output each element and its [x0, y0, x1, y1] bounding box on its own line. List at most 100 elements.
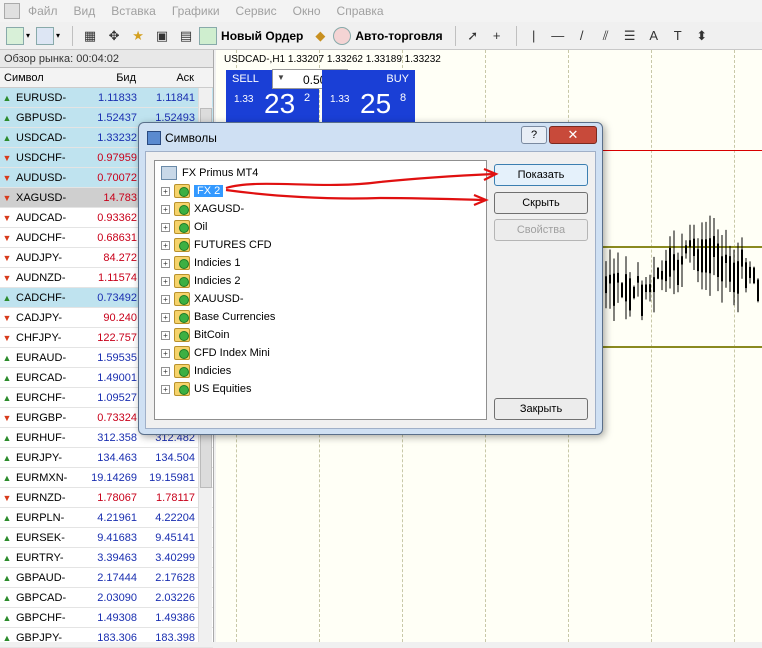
fibonacci-icon[interactable]: ☰ [619, 25, 641, 47]
header-ask[interactable]: Аск [140, 68, 198, 87]
row-bid: 1.11833 [98, 91, 137, 104]
arrow-up-icon: ▲ [2, 632, 12, 643]
row-ask: 2.17628 [155, 571, 195, 584]
text-label-icon[interactable]: T [667, 25, 689, 47]
menu-insert[interactable]: Вставка [111, 4, 156, 18]
text-icon[interactable]: A [643, 25, 665, 47]
market-watch-row[interactable]: ▼ EURNZD- 1.78067 1.78117 [0, 488, 213, 508]
tree-group[interactable]: + CFD Index Mini [161, 346, 270, 360]
tree-group[interactable]: + FX 2 [161, 184, 224, 198]
market-watch-row[interactable]: ▲ GBPAUD- 2.17444 2.17628 [0, 568, 213, 588]
expand-icon[interactable]: + [161, 348, 170, 358]
data-window-icon[interactable]: ✥ [103, 25, 125, 47]
expand-icon[interactable]: + [161, 222, 170, 232]
row-bid: 2.03090 [97, 591, 137, 604]
tester-icon[interactable]: ▤ [175, 25, 197, 47]
help-button[interactable]: ? [521, 126, 547, 144]
row-bid: 0.97959 [97, 151, 137, 164]
new-chart-button[interactable]: ▾ [6, 25, 30, 47]
arrow-up-icon: ▲ [2, 472, 12, 483]
terminal-icon[interactable]: ▣ [151, 25, 173, 47]
close-button[interactable]: Закрыть [494, 398, 588, 420]
arrow-up-icon: ▲ [2, 512, 12, 523]
tree-group[interactable]: + FUTURES CFD [161, 238, 272, 252]
buy-panel[interactable]: BUY 1.33 25 8 [322, 70, 415, 122]
dollar-badge-icon [179, 223, 189, 233]
expand-icon[interactable]: + [161, 312, 170, 322]
market-watch-row[interactable]: ▲ EURMXN- 19.14269 19.15981 [0, 468, 213, 488]
expand-icon[interactable]: + [161, 204, 170, 214]
new-order-icon [199, 26, 218, 45]
candle-body [609, 274, 611, 284]
row-symbol: EURMXN- [16, 471, 68, 484]
lot-down-arrow[interactable]: ▼ [275, 73, 287, 85]
candle-body [729, 256, 731, 282]
tree-group[interactable]: + Indicies [161, 364, 231, 378]
vertical-line-icon[interactable]: | [523, 25, 545, 47]
trendline-icon[interactable]: / [571, 25, 593, 47]
market-watch-row[interactable]: ▲ EURJPY- 134.463 134.504 [0, 448, 213, 468]
menu-tools[interactable]: Сервис [236, 4, 277, 18]
expand-icon[interactable]: + [161, 258, 170, 268]
expand-icon[interactable]: + [161, 186, 170, 196]
auto-trading-icon [333, 26, 352, 45]
row-ask: 2.03226 [155, 591, 195, 604]
horizontal-line-icon[interactable]: — [547, 25, 569, 47]
expand-icon[interactable]: + [161, 240, 170, 250]
expand-icon[interactable]: + [161, 294, 170, 304]
tree-root[interactable]: FX Primus MT4 [161, 166, 258, 180]
market-watch-row[interactable]: ▲ GBPJPY- 183.306 183.398 [0, 628, 213, 648]
market-watch-row[interactable]: ▲ EURTRY- 3.39463 3.40299 [0, 548, 213, 568]
row-symbol: AUDCHF- [16, 231, 66, 244]
show-button[interactable]: Показать [494, 164, 588, 186]
tree-group[interactable]: + XAGUSD- [161, 202, 244, 216]
tree-group[interactable]: + XAUUSD- [161, 292, 244, 306]
menu-view[interactable]: Вид [74, 4, 96, 18]
header-symbol[interactable]: Символ [0, 68, 80, 87]
market-watch-row[interactable]: ▲ GBPCHF- 1.49308 1.49386 [0, 608, 213, 628]
equidistant-channel-icon[interactable]: ⫽ [595, 25, 617, 47]
arrows-icon[interactable]: ⬍ [691, 25, 713, 47]
candle-body [733, 262, 735, 293]
tree-group[interactable]: + Indicies 1 [161, 256, 240, 270]
folder-icon [174, 256, 190, 270]
profiles-button[interactable]: ▾ [36, 25, 60, 47]
market-watch-icon[interactable]: ▦ [79, 25, 101, 47]
expand-icon[interactable]: + [161, 384, 170, 394]
crosshair-icon[interactable]: + [486, 25, 508, 47]
close-icon[interactable]: ✕ [549, 126, 597, 144]
tree-group[interactable]: + Oil [161, 220, 207, 234]
new-order-button[interactable]: Новый Ордер [199, 25, 303, 47]
candle-body [669, 248, 671, 277]
tree-group[interactable]: + Indicies 2 [161, 274, 240, 288]
arrow-up-icon: ▲ [2, 92, 12, 103]
tree-group[interactable]: + BitCoin [161, 328, 229, 342]
menu-file[interactable]: Файл [28, 4, 58, 18]
auto-trading-button[interactable]: Авто-торговля [333, 25, 443, 47]
header-bid[interactable]: Бид [80, 68, 140, 87]
market-watch-row[interactable]: ▲ EURSEK- 9.41683 9.45141 [0, 528, 213, 548]
tree-group[interactable]: + US Equities [161, 382, 251, 396]
market-watch-row[interactable]: ▲ EURPLN- 4.21961 4.22204 [0, 508, 213, 528]
menu-charts[interactable]: Графики [172, 4, 220, 18]
toolbar-separator [72, 25, 74, 46]
row-symbol: AUDNZD- [16, 271, 66, 284]
properties-button: Свойства [494, 219, 588, 241]
candle-body [697, 249, 699, 272]
menu-help[interactable]: Справка [337, 4, 384, 18]
expand-icon[interactable]: + [161, 366, 170, 376]
row-bid: 1.09527 [97, 391, 137, 404]
dialog-title: Символы [165, 131, 217, 145]
market-watch-row[interactable]: ▲ GBPCAD- 2.03090 2.03226 [0, 588, 213, 608]
cursor-icon[interactable]: ➚ [462, 25, 484, 47]
hide-button[interactable]: Скрыть [494, 192, 588, 214]
market-watch-header: Символ Бид Аск [0, 68, 213, 88]
expand-icon[interactable]: + [161, 276, 170, 286]
arrow-down-icon: ▼ [2, 172, 12, 183]
market-watch-row[interactable]: ▲ EURUSD- 1.11833 1.11841 [0, 88, 213, 108]
metaeditor-icon[interactable]: ◆ [309, 25, 331, 47]
tree-group[interactable]: + Base Currencies [161, 310, 275, 324]
menu-window[interactable]: Окно [293, 4, 321, 18]
expand-icon[interactable]: + [161, 330, 170, 340]
navigator-star-icon[interactable]: ★ [127, 25, 149, 47]
